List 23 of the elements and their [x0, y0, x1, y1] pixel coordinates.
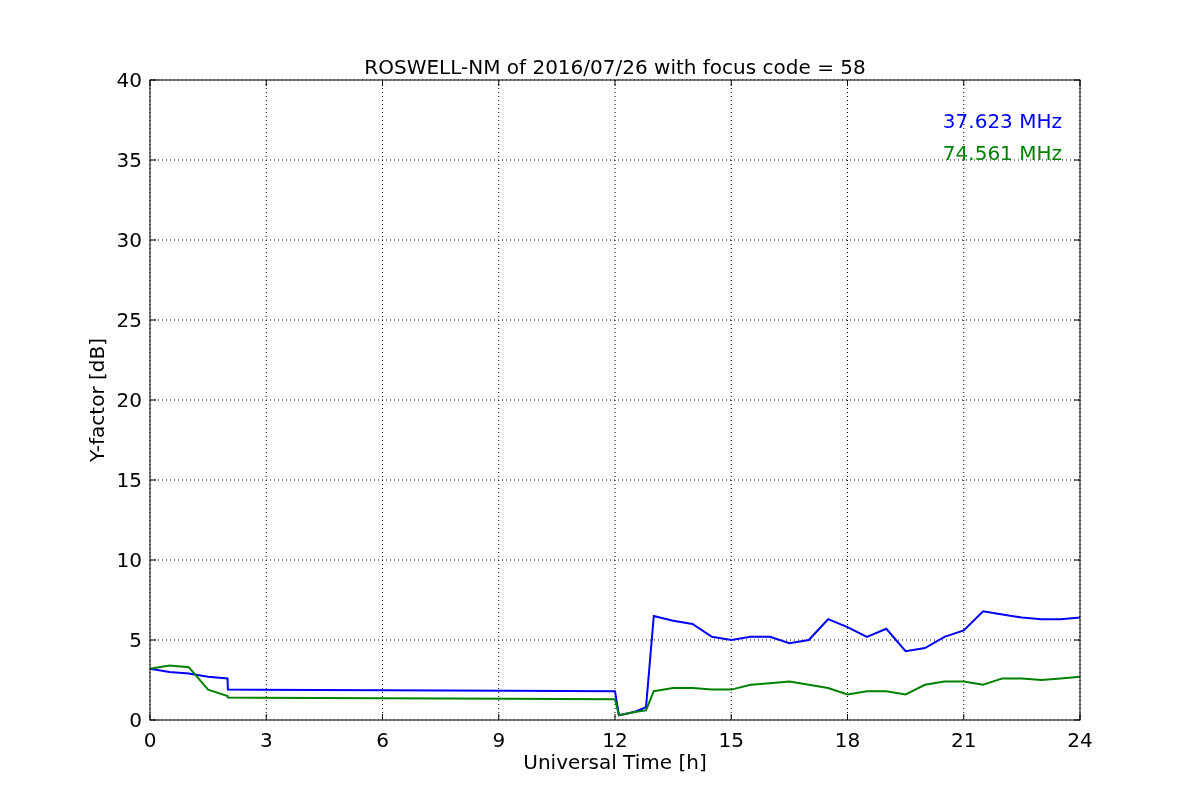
- y-tick-label: 0: [129, 708, 142, 732]
- y-tick-label: 5: [129, 628, 142, 652]
- y-tick-label: 25: [116, 308, 142, 332]
- y-axis-label: Y-factor [dB]: [85, 338, 109, 462]
- x-tick-label: 12: [602, 728, 628, 752]
- x-tick-label: 21: [951, 728, 977, 752]
- x-tick-label: 18: [834, 728, 861, 752]
- x-tick-label: 0: [143, 728, 157, 752]
- y-tick-label: 30: [116, 228, 142, 252]
- y-tick-label: 10: [116, 548, 142, 572]
- x-tick-label: 6: [376, 728, 389, 752]
- y-tick-label: 35: [116, 148, 142, 172]
- legend-label: 37.623 MHz: [942, 109, 1062, 133]
- x-tick-label: 3: [259, 728, 273, 752]
- y-tick-label: 40: [116, 68, 142, 92]
- x-axis-label: Universal Time [h]: [523, 750, 707, 774]
- y-tick-label: 20: [116, 388, 142, 412]
- chart-title: ROSWELL-NM of 2016/07/26 with focus code = 58: [364, 55, 866, 79]
- legend-label: 74.561 MHz: [942, 141, 1062, 165]
- x-tick-label: 9: [492, 728, 506, 752]
- y-tick-label: 15: [116, 468, 142, 492]
- x-tick-label: 15: [718, 728, 744, 752]
- x-tick-label: 24: [1067, 728, 1093, 752]
